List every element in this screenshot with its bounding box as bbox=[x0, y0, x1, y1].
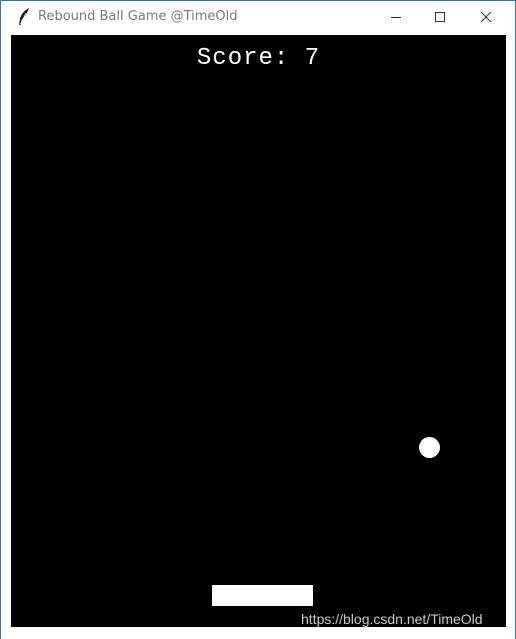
minimize-icon bbox=[390, 11, 402, 23]
title-bar[interactable]: Rebound Ball Game @TimeOld bbox=[1, 1, 515, 33]
score-label: Score: 7 bbox=[196, 45, 321, 72]
minimize-button[interactable] bbox=[373, 1, 419, 33]
close-icon bbox=[480, 11, 492, 23]
game-canvas[interactable]: Score: 7 bbox=[11, 35, 506, 627]
watermark-url: https://blog.csdn.net/TimeOld bbox=[301, 611, 483, 627]
app-window: Rebound Ball Game @TimeOld Score: 7 bbox=[0, 0, 516, 639]
window-title: Rebound Ball Game @TimeOld bbox=[38, 9, 238, 24]
maximize-button[interactable] bbox=[417, 1, 463, 33]
feather-icon bbox=[16, 7, 32, 27]
maximize-icon bbox=[434, 11, 446, 23]
window-bottom-border bbox=[1, 627, 515, 639]
paddle[interactable] bbox=[212, 585, 313, 606]
ball bbox=[419, 437, 440, 458]
close-button[interactable] bbox=[463, 1, 509, 33]
